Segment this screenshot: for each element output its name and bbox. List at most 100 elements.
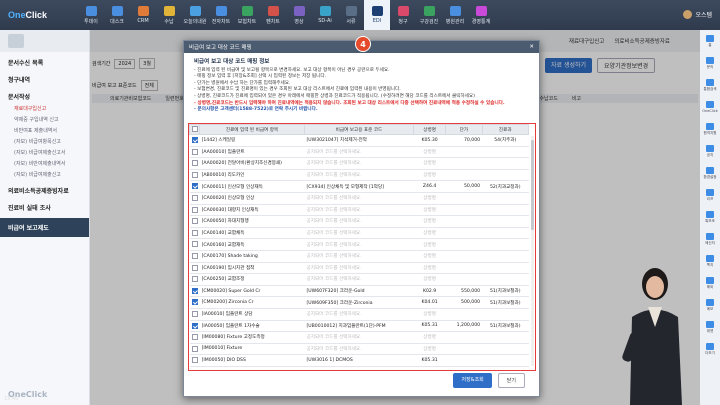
cell-price[interactable] [445,169,483,182]
cell-price[interactable] [445,227,483,240]
sidebar-item[interactable]: (자보) 비반여제출내역서 [0,158,89,169]
mapping-row[interactable]: [IA00010] 임플란트 상담 공지되어 코드를 선택하세요. 상병명 [189,308,529,321]
scroll-thumb[interactable] [531,140,534,230]
cell-price[interactable] [445,215,483,228]
cell-diagnosis[interactable]: K02.9 [413,285,446,298]
row-checkbox[interactable] [191,322,198,329]
cell-diagnosis[interactable]: 상병명 [413,157,446,170]
row-select-cell[interactable] [189,308,200,321]
cell-dept[interactable] [482,215,529,228]
sidebar-item[interactable]: 비반여표 제출내역서 [0,125,89,136]
cell-diagnosis[interactable]: 상병명 [413,262,446,275]
row-select-cell[interactable] [189,169,200,182]
cell-diagnosis[interactable]: K05.30 [413,134,446,147]
row-select-cell[interactable] [189,262,200,275]
cell-code[interactable]: 공지되어 코드를 선택하세요. [304,331,414,344]
save-query-button[interactable]: 저장&조회 [453,373,492,388]
cell-diagnosis[interactable]: 상병명 [413,250,446,263]
rail-item[interactable]: 쪽지 [700,250,720,272]
sidebar-section-title[interactable]: 문서수신 목록 [0,52,89,69]
cell-dept[interactable] [482,343,529,356]
rail-item[interactable]: 환경설정 [700,162,720,184]
row-select-cell[interactable] [189,238,200,251]
cell-diagnosis[interactable]: 상병명 [413,343,446,356]
cell-dept[interactable] [482,250,529,263]
mapping-row[interactable]: [CA00140] 교합채득 공지되어 코드를 선택하세요. 상병명 [189,227,529,240]
cell-code[interactable]: 공지되어 코드를 선택하세요. [304,273,414,286]
grid-scrollbar[interactable] [531,136,534,366]
cell-code[interactable]: 공지되어 코드를 선택하세요. [304,227,414,240]
cell-diagnosis[interactable]: Z46.4 [413,180,446,193]
cell-code[interactable]: 공지되어 코드를 선택하세요. [304,250,414,263]
row-checkbox[interactable] [191,276,198,283]
row-checkbox[interactable] [191,241,198,248]
nav-item-8[interactable]: 영상 [286,0,312,30]
cell-dept[interactable] [482,308,529,321]
select-all-checkbox[interactable] [191,126,198,133]
mapping-row[interactable]: [CA00190] 임시치관 접착 공지되어 코드를 선택하세요. 상병명 [189,262,529,275]
cell-code[interactable]: 공지되어 코드를 선택하세요. [304,238,414,251]
cell-price[interactable] [445,157,483,170]
nav-item-14[interactable]: 병원관리 [442,0,468,30]
nav-item-4[interactable]: 오늘의내원 [182,0,208,30]
nav-item-7[interactable]: 펜차트 [260,0,286,30]
cell-dept[interactable]: 51(치과보철과) [482,320,529,333]
row-checkbox[interactable] [191,334,198,341]
row-checkbox[interactable] [191,310,198,317]
nav-item-6[interactable]: 보험차트 [234,0,260,30]
cell-price[interactable] [445,146,483,159]
row-select-cell[interactable] [189,204,200,217]
cell-code[interactable]: 공지되어 코드를 선택하세요. [304,204,414,217]
row-select-cell[interactable] [189,296,200,309]
cell-dept[interactable] [482,169,529,182]
mapping-row[interactable]: [CA00050] 자대치형행 공지되어 코드를 선택하세요. 상병명 [189,215,529,228]
mapping-row[interactable]: [IM00050] DIO DSS [UW3016 1] DCMOS K05.31 [189,354,529,367]
cell-code[interactable]: 공지되어 코드를 선택하세요. [304,343,414,356]
row-select-cell[interactable] [189,331,200,344]
row-checkbox[interactable] [191,137,198,144]
sidebar-section-title[interactable]: 청구내역 [0,69,89,86]
cell-code[interactable]: [UB0010012] 치과임플란트(1단)-PFM [304,320,414,333]
cell-code[interactable]: [UW3021047] 치석제거-전악 [304,134,414,147]
rail-item[interactable]: 공지 [700,140,720,162]
cell-code[interactable]: [UW609F350] 크라운-Zirconia [304,296,414,309]
row-checkbox[interactable] [191,287,198,294]
nav-item-12[interactable]: 청구 [390,0,416,30]
cell-diagnosis[interactable]: 상병명 [413,273,446,286]
cell-price[interactable] [445,343,483,356]
cell-diagnosis[interactable]: K04.01 [413,296,446,309]
row-checkbox[interactable] [191,206,198,213]
row-checkbox[interactable] [191,195,198,202]
cell-diagnosis[interactable]: 상병명 [413,146,446,159]
sidebar-section-title[interactable]: 진료비 실태 조사 [0,197,89,214]
mapping-row[interactable]: [IM00010] Fixture 공지되어 코드를 선택하세요. 상병명 [189,343,529,356]
mapping-row[interactable]: [AA00020] 전달아비(환상치조신경봉쇄) 공지되어 코드를 선택하세요. 상… [189,157,529,170]
cell-diagnosis[interactable]: 상병명 [413,204,446,217]
rail-item[interactable]: 톡보조 [700,206,720,228]
row-checkbox[interactable] [191,229,198,236]
cell-dept[interactable]: 51(치과보철과) [482,285,529,298]
app-logo[interactable]: OneClick [0,10,78,20]
cell-code[interactable]: 공지되어 코드를 선택하세요. [304,308,414,321]
sidebar-item[interactable]: (자보) 비급여제출신고서 [0,147,89,158]
cell-dept[interactable] [482,273,529,286]
nav-item-0[interactable]: 투데이 [78,0,104,30]
nav-item-11[interactable]: EDI [364,0,390,30]
cell-dept[interactable] [482,157,529,170]
row-select-cell[interactable] [189,227,200,240]
cell-dept[interactable]: 52(치과교정과) [482,180,529,193]
mapping-row[interactable]: [CA00250] 교합조정 공지되어 코드를 선택하세요. 상병명 [189,273,529,286]
cell-dept[interactable] [482,238,529,251]
cell-price[interactable] [445,192,483,205]
cell-code[interactable]: 공지되어 코드를 선택하세요. [304,157,414,170]
cell-dept[interactable] [482,146,529,159]
mapping-row[interactable]: [1442] 스케일링 [UW3021047] 치석제거-전악 K05.30 70,0… [189,134,529,147]
cell-price[interactable]: 70,000 [445,134,483,147]
cell-code[interactable]: 공지되어 코드를 선택하세요. [304,146,414,159]
close-icon[interactable]: ✕ [529,44,534,50]
user-menu[interactable]: 오스템 [683,10,712,19]
sidebar-item[interactable]: (자보) 비급여제출신고 [0,169,89,180]
cell-dept[interactable]: 54(치주과) [482,134,529,147]
row-checkbox[interactable] [191,218,198,225]
row-checkbox[interactable] [191,252,198,259]
